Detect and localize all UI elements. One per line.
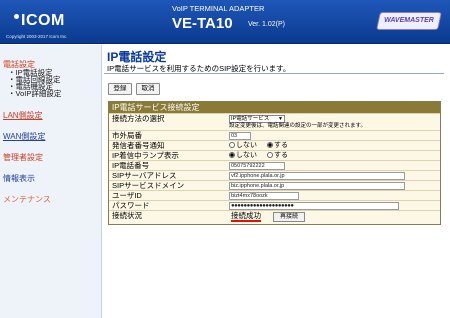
nav-admin-settings[interactable]: 管理者設定 [3, 152, 43, 163]
sip-settings-table: IP電話サービス接続設定 接続方法の選択 IP電話サービス ▼ 設定変更後は、電話… [108, 101, 441, 225]
sip-server-domain-input[interactable]: biz.ipphone.plala.or.jp [229, 182, 405, 190]
sip-server-address-input[interactable]: vf2.ipphone.plala.or.jp [229, 172, 405, 180]
row-incoming-lamp: IP着信中ランプ表示 しない する [109, 150, 440, 160]
connection-status-value: 接続成功 [231, 211, 261, 222]
row-password: パスワード ●●●●●●●●●●●●●●●●●●●● [109, 200, 440, 210]
save-button[interactable]: 登録 [108, 83, 132, 95]
connection-method-note: 設定変更後は、電話関連の設定の一部が変更されます。 [229, 123, 366, 129]
product-subtitle: VoIP TERMINAL ADAPTER [172, 4, 265, 13]
row-ip-phone-number: IP電話番号 05075792222 [109, 160, 440, 170]
main-content: IP電話設定 IP電話サービスを利用するためのSIP設定を行います。 登録 取消… [104, 45, 450, 318]
nav-info-display[interactable]: 情報表示 [3, 173, 35, 184]
area-code-input[interactable]: 03 [229, 132, 251, 140]
caller-id-on-radio[interactable]: する [267, 142, 288, 150]
row-area-code: 市外局番 03 [109, 130, 440, 140]
connection-status-label: 接続状況 [112, 211, 142, 220]
section-title: IP電話サービス接続設定 [109, 102, 440, 113]
row-sip-server-domain: SIPサービスドメイン biz.ipphone.plala.or.jp [109, 180, 440, 190]
incoming-lamp-off-radio[interactable]: しない [229, 152, 257, 160]
row-sip-server-address: SIPサーバアドレス vf2.ipphone.plala.or.jp [109, 170, 440, 180]
incoming-lamp-on-radio[interactable]: する [267, 152, 288, 160]
nav-lan-settings[interactable]: LAN側設定 [3, 110, 43, 121]
reconnect-button[interactable]: 再接続 [273, 212, 305, 222]
nav-wan-settings[interactable]: WAN側設定 [3, 131, 45, 142]
sidebar: 電話設定 IP電話設定 電話回線設定 電話機設定 VoIP詳細設定 LAN側設定… [0, 45, 102, 318]
row-connection-method: 接続方法の選択 IP電話サービス ▼ 設定変更後は、電話関連の設定の一部が変更され… [109, 113, 440, 130]
nav-sub-voip-detail[interactable]: VoIP詳細設定 [8, 90, 62, 98]
chevron-down-icon: ▼ [278, 116, 283, 122]
connection-method-select[interactable]: IP電話サービス ▼ [229, 115, 285, 123]
caller-id-off-radio[interactable]: しない [229, 142, 257, 150]
connection-method-label: 接続方法の選択 [112, 114, 165, 123]
app-header: ICOM Copyright 2003-2017 Icom Inc. VoIP … [0, 0, 450, 44]
user-id-input[interactable]: bizt4mx78oozk [229, 192, 299, 200]
nav-maintenance[interactable]: メンテナンス [3, 194, 51, 205]
wavemaster-badge: WAVEMASTER [376, 12, 442, 30]
row-caller-id: 発信者番号通知 しない する [109, 140, 440, 150]
password-input[interactable]: ●●●●●●●●●●●●●●●●●●●● [229, 202, 399, 210]
row-user-id: ユーザID bizt4mx78oozk [109, 190, 440, 200]
product-name: VE-TA10 [172, 15, 233, 32]
row-connection-status: 接続状況 接続成功 再接続 [109, 210, 440, 224]
cancel-button[interactable]: 取消 [136, 83, 160, 95]
copyright-text: Copyright 2003-2017 Icom Inc. [6, 34, 68, 39]
title-divider [104, 73, 444, 74]
ip-phone-number-input[interactable]: 05075792222 [229, 162, 285, 170]
version-label: Ver. 1.02(P) [248, 21, 285, 28]
icom-logo: ICOM [14, 12, 65, 30]
